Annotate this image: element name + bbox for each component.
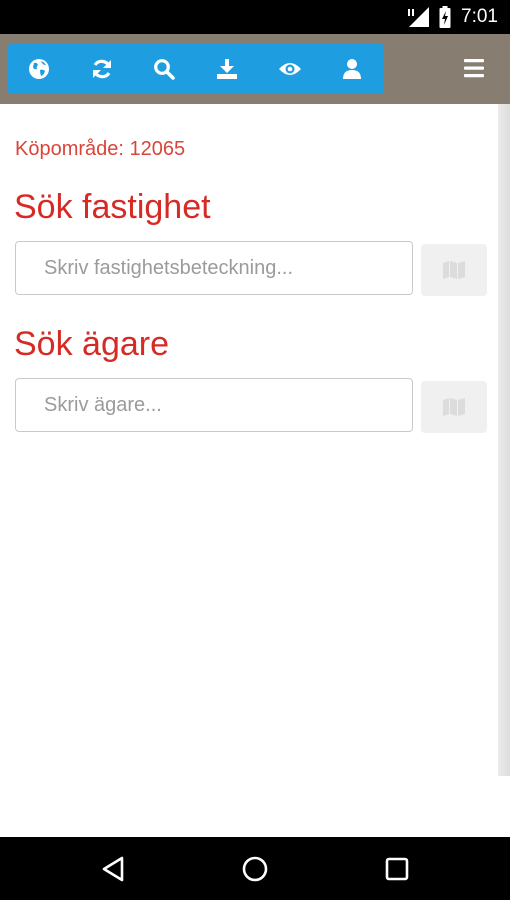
home-button[interactable]: [240, 854, 270, 884]
menu-button[interactable]: [462, 56, 486, 80]
refresh-button[interactable]: [71, 44, 134, 94]
drawer-shadow-edge: [498, 104, 510, 776]
map-icon: [443, 261, 465, 279]
search-button[interactable]: [133, 44, 196, 94]
navigation-bar: [0, 837, 510, 900]
owner-search-title: Sök ägare: [14, 325, 169, 363]
hamburger-menu-icon: [464, 59, 484, 78]
globe-icon: [29, 59, 50, 79]
back-icon: [102, 856, 124, 882]
eye-icon: [278, 63, 301, 75]
eye-button[interactable]: [258, 44, 321, 94]
purchase-area-label: Köpområde: 12065: [15, 138, 186, 160]
search-icon: [154, 59, 176, 80]
download-button[interactable]: [196, 44, 259, 94]
property-map-button[interactable]: [421, 244, 487, 296]
status-icons: 7:01: [407, 0, 498, 34]
status-bar: 7:01: [0, 0, 510, 34]
back-button[interactable]: [99, 854, 129, 884]
property-search-input[interactable]: [15, 241, 413, 295]
property-search-title: Sök fastighet: [14, 188, 211, 226]
user-button[interactable]: [321, 44, 384, 94]
main-content: Köpområde: 12065 Sök fastighet Sök ägare: [0, 104, 498, 837]
user-icon: [343, 59, 362, 79]
map-icon: [443, 398, 465, 416]
signal-icon: [408, 7, 430, 27]
toolbar: [8, 44, 384, 94]
owner-search-input[interactable]: [15, 378, 413, 432]
recents-button[interactable]: [382, 854, 412, 884]
app-header: [0, 34, 510, 104]
owner-map-button[interactable]: [421, 381, 487, 433]
globe-button[interactable]: [8, 44, 71, 94]
recents-icon: [385, 857, 409, 881]
home-icon: [242, 856, 268, 882]
battery-icon: [439, 6, 451, 28]
refresh-icon: [92, 59, 111, 79]
status-time: 7:01: [461, 6, 498, 27]
download-icon: [217, 59, 238, 79]
